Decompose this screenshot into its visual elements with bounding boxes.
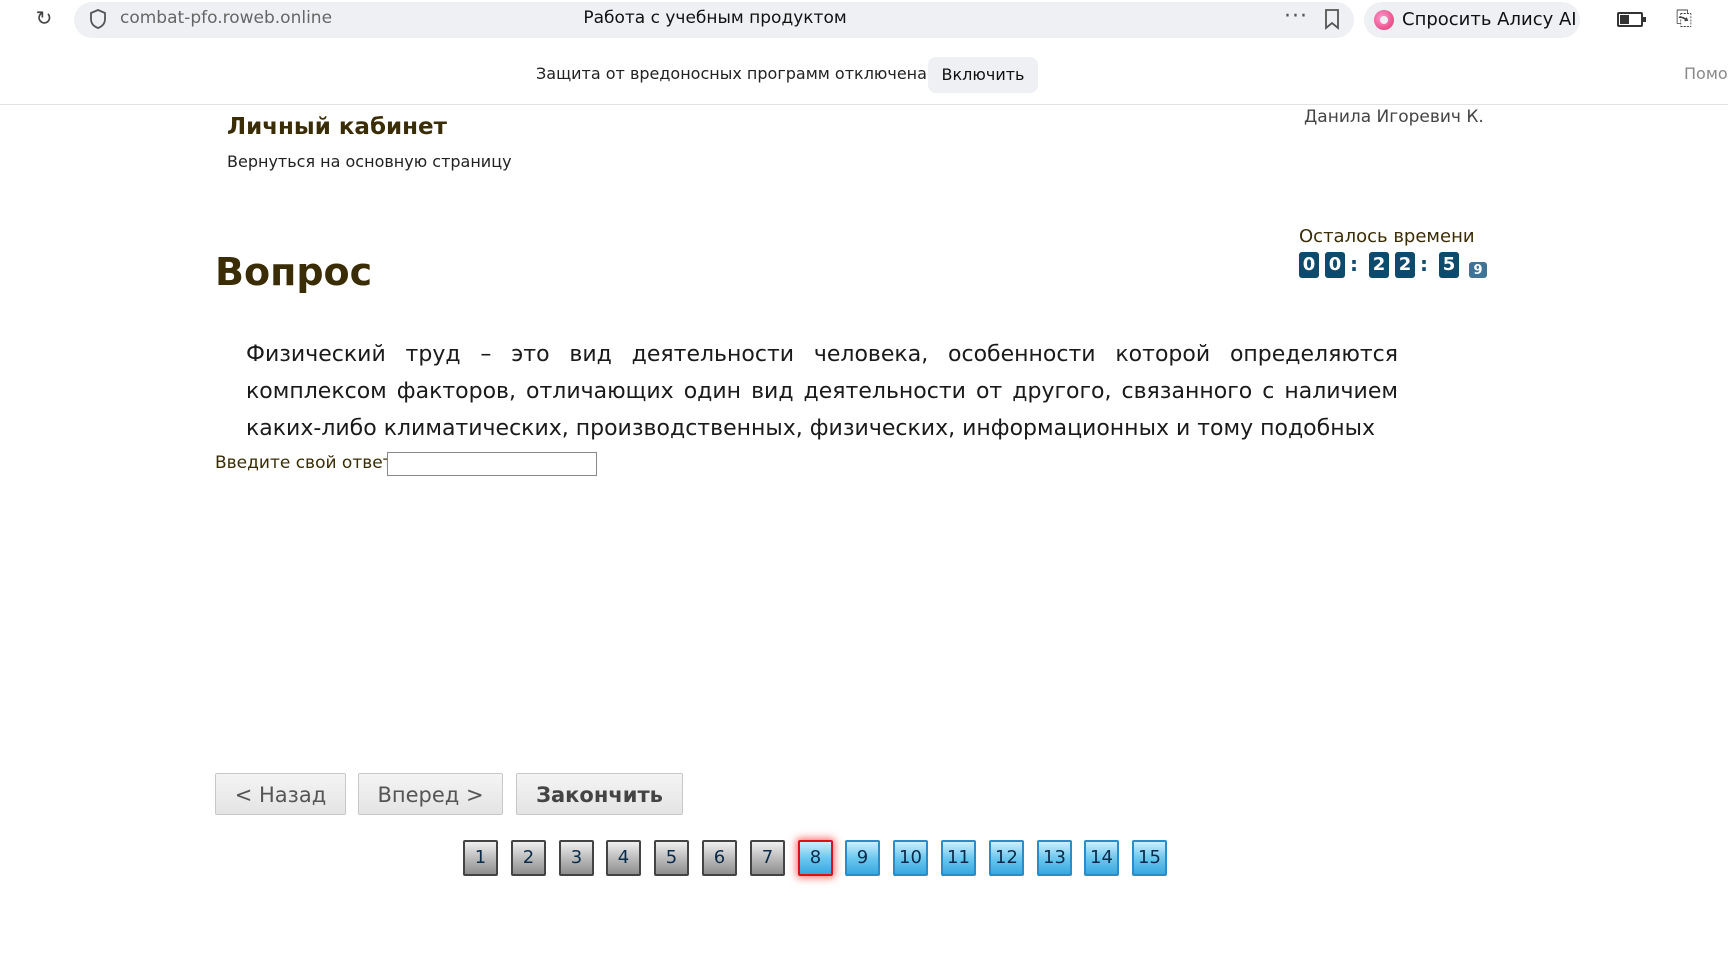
- page-button-2[interactable]: 2: [511, 840, 546, 876]
- security-notice-bar: Защита от вредоносных программ отключена…: [0, 40, 1728, 105]
- timer-digit: 2: [1395, 252, 1415, 278]
- forward-button[interactable]: Вперед >: [358, 773, 503, 815]
- timer-digit: 5: [1439, 252, 1459, 278]
- page-button-5[interactable]: 5: [654, 840, 689, 876]
- timer-separator: :: [1420, 252, 1428, 276]
- question-title: Вопрос: [215, 250, 373, 294]
- timer-label: Осталось времени: [1299, 226, 1475, 247]
- page-button-6[interactable]: 6: [702, 840, 737, 876]
- bookmark-icon[interactable]: [1322, 8, 1342, 30]
- timer-digit: 0: [1325, 252, 1345, 278]
- page-button-7[interactable]: 7: [750, 840, 785, 876]
- back-button[interactable]: < Назад: [215, 773, 346, 815]
- page-button-12[interactable]: 12: [989, 840, 1024, 876]
- page-button-15[interactable]: 15: [1132, 840, 1167, 876]
- page-button-8[interactable]: 8: [798, 840, 833, 876]
- reload-icon[interactable]: ↻: [32, 6, 56, 30]
- battery-icon: [1617, 12, 1646, 27]
- timer-digit: 0: [1299, 252, 1319, 278]
- user-name: Данила Игоревич К.: [1304, 107, 1484, 127]
- question-text: Физический труд – это вид деятельности ч…: [246, 342, 1398, 441]
- more-icon[interactable]: ···: [1284, 4, 1308, 29]
- timer-digit: 9: [1469, 262, 1487, 278]
- ask-alice-label: Спросить Алису AI: [1402, 9, 1577, 30]
- page-button-3[interactable]: 3: [559, 840, 594, 876]
- timer-separator: :: [1350, 252, 1358, 276]
- page-button-11[interactable]: 11: [941, 840, 976, 876]
- finish-button[interactable]: Закончить: [516, 773, 683, 815]
- page-button-4[interactable]: 4: [606, 840, 641, 876]
- extensions-icon[interactable]: ⎘: [1672, 6, 1696, 30]
- url-text[interactable]: combat-pfo.roweb.online: [120, 8, 332, 28]
- back-to-main-link[interactable]: Вернуться на основную страницу: [227, 152, 512, 171]
- help-link[interactable]: Помощь: [1684, 64, 1728, 83]
- page-button-1[interactable]: 1: [463, 840, 498, 876]
- security-message: Защита от вредоносных программ отключена: [536, 64, 927, 83]
- alice-icon: [1374, 10, 1394, 30]
- enable-protection-button[interactable]: Включить: [928, 57, 1038, 93]
- cabinet-title: Личный кабинет: [227, 114, 447, 140]
- answer-label: Введите свой ответ: [215, 453, 393, 473]
- page-button-13[interactable]: 13: [1037, 840, 1072, 876]
- timer-digit: 2: [1369, 252, 1389, 278]
- page-button-9[interactable]: 9: [845, 840, 880, 876]
- browser-toolbar: ↻ combat-pfo.roweb.online Работа с учебн…: [0, 0, 1728, 40]
- page-button-10[interactable]: 10: [893, 840, 928, 876]
- shield-icon: [90, 9, 106, 29]
- page-button-14[interactable]: 14: [1084, 840, 1119, 876]
- tab-title: Работа с учебным продуктом: [583, 8, 847, 28]
- ask-alice-button[interactable]: Спросить Алису AI: [1364, 2, 1580, 38]
- answer-input[interactable]: [387, 452, 597, 476]
